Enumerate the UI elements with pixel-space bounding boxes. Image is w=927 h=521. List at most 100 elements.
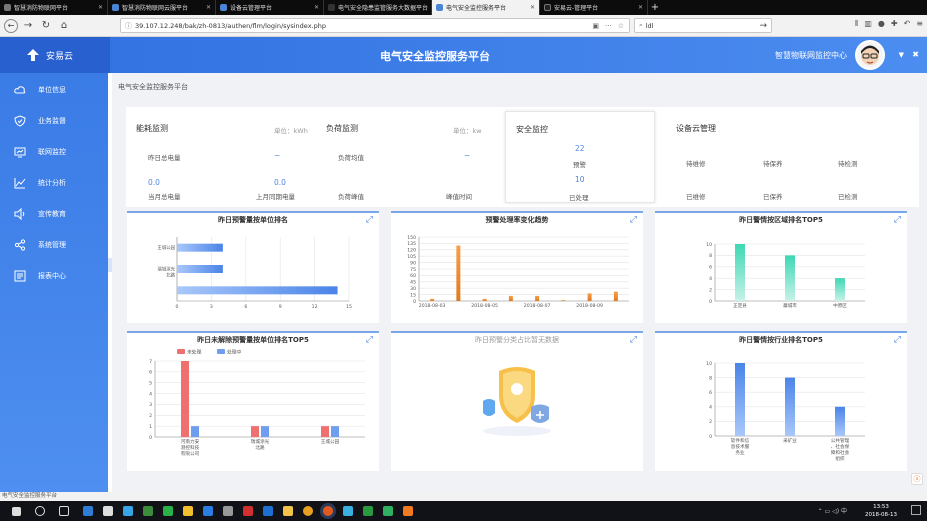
- home-icon[interactable]: ⌂: [56, 18, 72, 34]
- app-icon-3[interactable]: [123, 506, 133, 516]
- feedback-icon[interactable]: ⓢ: [911, 473, 923, 485]
- y-category-label: 北路: [166, 272, 175, 279]
- pin-icon[interactable]: ✖: [912, 50, 919, 59]
- chevron-down-icon[interactable]: ▼: [899, 51, 904, 59]
- app-icon-9[interactable]: [263, 506, 273, 516]
- page-title: 电气安全监控服务平台: [380, 50, 490, 63]
- reload-icon[interactable]: ↻: [38, 18, 54, 34]
- notification-icon[interactable]: [911, 505, 921, 515]
- app-icon-12[interactable]: [383, 506, 393, 516]
- folder-icon[interactable]: [283, 506, 293, 516]
- app-icon-8[interactable]: [243, 506, 253, 516]
- firefox-icon[interactable]: [323, 506, 333, 516]
- sidebar-item-supervision[interactable]: 业务监督: [0, 105, 108, 136]
- repaired[interactable]: 已维修: [686, 191, 706, 201]
- browser-tab-2[interactable]: 智慧消防物联网云服平台 ✕: [108, 0, 216, 15]
- windows-start-icon[interactable]: [12, 506, 21, 516]
- expand-icon[interactable]: ⤢: [630, 215, 637, 225]
- search-bar[interactable]: ⌕ ldl →: [634, 18, 772, 33]
- browser-tab-6[interactable]: 安易云-管理平台 ✕: [540, 0, 648, 15]
- extension-icon[interactable]: ✚: [891, 19, 898, 29]
- search-go-icon[interactable]: →: [759, 21, 771, 31]
- sidebar-item-network-monitor[interactable]: 联网监控: [0, 136, 108, 167]
- logo[interactable]: 安易云: [0, 37, 110, 73]
- clock[interactable]: 13:53 2018-08-13: [865, 503, 897, 519]
- new-tab-icon[interactable]: +: [648, 0, 662, 15]
- safety-card[interactable]: 安全监控 22 预警 10 已处理: [505, 111, 655, 203]
- bookmark-star-icon[interactable]: ☆: [618, 22, 624, 30]
- panel-title: 昨日预警分类占比暂无数据: [475, 336, 559, 344]
- inspected[interactable]: 已检测: [838, 191, 858, 201]
- x-tick-label: 15: [346, 304, 352, 310]
- x-tick-label: 正定县: [733, 302, 747, 309]
- app-icon-1[interactable]: [83, 506, 93, 516]
- undo-icon[interactable]: ↶: [904, 19, 911, 29]
- chart-unit-ranking: 0 3 6 9 12 15 王城公园瑞城涂光北路: [157, 237, 352, 310]
- system-tray[interactable]: ⌃ ▭ ◁) 中: [818, 506, 847, 515]
- bar: [456, 245, 461, 301]
- x-tick-label: 6: [244, 304, 247, 310]
- task-view-icon[interactable]: [59, 506, 69, 516]
- panel-unresolved-top5: 昨日未解除预警量按单位排名TOP5 ⤢ 未处理 处理中 0 1 2 3 4 5 6 7 河南力安 测控…: [127, 331, 379, 471]
- sidebar-item-statistics[interactable]: 统计分析: [0, 167, 108, 198]
- app-icon-11[interactable]: [363, 506, 373, 516]
- url-bar[interactable]: ⓘ 39.107.12.248/bak/zh-0813/authen/flm/l…: [120, 18, 630, 33]
- pending-repair[interactable]: 待维修: [686, 158, 706, 168]
- close-icon[interactable]: ✕: [92, 4, 103, 11]
- app-icon-7[interactable]: [223, 506, 233, 516]
- device-title: 设备云管理: [676, 124, 716, 133]
- taskbar: ⌃ ▭ ◁) 中 13:53 2018-08-13: [0, 501, 927, 521]
- browser-tab-3[interactable]: 设备云管理平台 ✕: [216, 0, 324, 15]
- menu-icon[interactable]: ≡: [916, 19, 923, 29]
- browser-tab-5[interactable]: 电气安全监控服务平台 ✕: [432, 0, 540, 15]
- sidebar-item-unit-info[interactable]: 单位信息: [0, 74, 108, 105]
- expand-icon[interactable]: ⤢: [366, 215, 373, 225]
- reader-icon[interactable]: ▣: [592, 22, 599, 30]
- panel-title: 昨日警情按区域排名TOP5: [739, 216, 823, 224]
- x-tick-label: 2018-08-03: [419, 303, 446, 309]
- app-icon-13[interactable]: [403, 506, 413, 516]
- app-icon-10[interactable]: [343, 506, 353, 516]
- close-icon[interactable]: ✕: [524, 4, 535, 11]
- bar: [181, 361, 189, 437]
- more-icon[interactable]: ···: [605, 22, 612, 30]
- sidebar-item-reports[interactable]: 报表中心: [0, 260, 108, 291]
- status-bar: 电气安全监控服务平台: [0, 492, 927, 501]
- y-tick-label: 6: [149, 370, 152, 376]
- close-icon[interactable]: ✕: [308, 4, 319, 11]
- app-icon-4[interactable]: [143, 506, 153, 516]
- expand-icon[interactable]: ⤢: [366, 335, 373, 345]
- pending-inspection[interactable]: 待检测: [838, 158, 858, 168]
- close-icon[interactable]: ✕: [200, 4, 211, 11]
- sidebar-icon[interactable]: ▥: [864, 19, 872, 29]
- speaker-icon: [14, 207, 25, 220]
- app-icon-6[interactable]: [203, 506, 213, 516]
- sidebar-item-system[interactable]: 系统管理: [0, 229, 108, 260]
- close-icon[interactable]: ✕: [632, 4, 643, 11]
- expand-icon[interactable]: ⤢: [894, 335, 901, 345]
- app-icon-2[interactable]: [103, 506, 113, 516]
- browser-tab-4[interactable]: 电气安全隐患监管服务大数据平台✕: [324, 0, 432, 15]
- expand-icon[interactable]: ⤢: [630, 335, 637, 345]
- avatar[interactable]: [855, 40, 885, 70]
- sidebar-item-education[interactable]: 宣传教育: [0, 198, 108, 229]
- chat-icon[interactable]: ●: [878, 19, 885, 29]
- y-tick-label: 7: [149, 359, 152, 365]
- wechat-icon[interactable]: [163, 506, 173, 516]
- expand-icon[interactable]: ⤢: [894, 215, 901, 225]
- pending-maintenance[interactable]: 待保养: [763, 158, 783, 168]
- app-icon-5[interactable]: [183, 506, 193, 516]
- forward-icon[interactable]: →: [20, 18, 36, 34]
- chrome-icon[interactable]: [303, 506, 313, 516]
- cortana-icon[interactable]: [35, 506, 45, 516]
- legend-label: 处理中: [227, 349, 242, 356]
- y-tick-label: 2: [709, 287, 712, 293]
- maintained[interactable]: 已保养: [763, 191, 783, 201]
- info-icon[interactable]: ⓘ: [125, 21, 132, 31]
- browser-tab-1[interactable]: 智慧消防物联网平台 ✕: [0, 0, 108, 15]
- library-icon[interactable]: ⫴: [855, 19, 858, 29]
- y-tick-label: 75: [410, 267, 416, 273]
- back-icon[interactable]: ←: [4, 18, 18, 33]
- y-tick-label: 2: [709, 419, 712, 425]
- panel-handling-trend: 预警处理率变化趋势 ⤢ 0 15 30 45 60 75 90 105 120 135 150 201…: [391, 211, 643, 323]
